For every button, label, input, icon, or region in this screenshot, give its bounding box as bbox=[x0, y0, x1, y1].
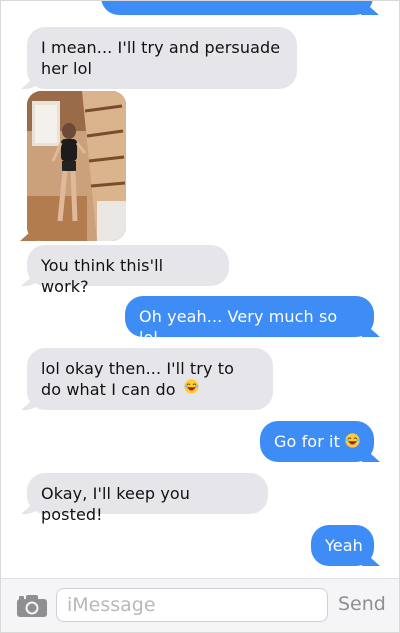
imessage-input[interactable] bbox=[56, 588, 328, 622]
message-text: I mean... I'll try and persuade her lol bbox=[41, 38, 286, 78]
laughing-emoji-icon bbox=[345, 433, 360, 448]
imessage-screen: I mean... I'll try and persuade her lol bbox=[0, 0, 400, 633]
message-bubble-cut-off bbox=[101, 1, 379, 15]
message-bubble-sent: Oh yeah... Very much so lol bbox=[125, 296, 380, 347]
message-text: Go for it bbox=[274, 432, 340, 451]
message-bubble-received: I mean... I'll try and persuade her lol bbox=[21, 27, 297, 89]
message-text: You think this'll work? bbox=[41, 256, 169, 296]
message-text: lol okay then... I'll try to do what I c… bbox=[41, 359, 240, 399]
laughing-emoji-icon bbox=[184, 379, 199, 394]
message-bubble-received: You think this'll work? bbox=[21, 245, 229, 296]
message-bubble-received: lol okay then... I'll try to do what I c… bbox=[21, 348, 273, 410]
message-text: Oh yeah... Very much so lol bbox=[139, 307, 343, 347]
photo-attachment[interactable] bbox=[27, 91, 126, 241]
message-input-bar: Send bbox=[1, 578, 399, 632]
message-bubble-sent: Yeah bbox=[311, 525, 380, 566]
camera-icon[interactable] bbox=[16, 594, 48, 618]
photo-image bbox=[27, 91, 126, 241]
message-text: Okay, I'll keep you posted! bbox=[41, 484, 196, 524]
message-text: Yeah bbox=[325, 536, 363, 555]
send-button[interactable]: Send bbox=[338, 593, 386, 615]
message-bubble-sent: Go for it bbox=[260, 421, 380, 462]
message-bubble-received: Okay, I'll keep you posted! bbox=[21, 473, 268, 524]
